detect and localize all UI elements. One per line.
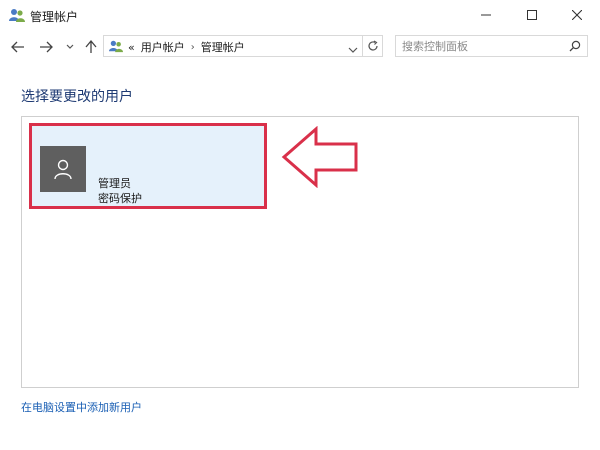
- close-icon: [572, 10, 582, 20]
- up-arrow-icon: [85, 40, 97, 53]
- minimize-icon: [481, 14, 491, 16]
- user-avatar-icon: [54, 159, 72, 180]
- breadcrumb-manage-accounts[interactable]: 管理帐户: [201, 39, 245, 55]
- recent-dropdown-icon: [66, 44, 74, 49]
- user-status: 密码保护: [98, 192, 142, 205]
- refresh-button[interactable]: [363, 35, 383, 57]
- page-heading: 选择要更改的用户: [21, 89, 133, 105]
- chevron-down-icon: [348, 47, 358, 53]
- address-dropdown-button[interactable]: [348, 40, 358, 59]
- maximize-button[interactable]: [509, 0, 555, 30]
- back-button[interactable]: [10, 39, 26, 55]
- search-box[interactable]: [395, 35, 588, 57]
- breadcrumb: « 用户帐户 › 管理帐户: [128, 39, 245, 55]
- breadcrumb-separator-icon: ›: [190, 41, 195, 53]
- window-title: 管理帐户: [30, 10, 79, 24]
- search-icon: [569, 40, 581, 52]
- address-bar[interactable]: « 用户帐户 › 管理帐户: [103, 35, 363, 57]
- refresh-icon: [367, 40, 378, 51]
- user-name: 管理员: [98, 177, 131, 190]
- forward-button[interactable]: [38, 39, 54, 55]
- back-arrow-icon: [11, 41, 24, 53]
- maximize-icon: [527, 10, 537, 20]
- breadcrumb-overflow[interactable]: «: [128, 41, 135, 54]
- search-input[interactable]: [402, 39, 562, 53]
- add-new-user-link[interactable]: 在电脑设置中添加新用户: [21, 399, 142, 415]
- user-tile-administrator[interactable]: 管理员 密码保护: [29, 123, 267, 209]
- users-icon: [9, 9, 25, 22]
- forward-arrow-icon: [40, 41, 53, 53]
- avatar: [40, 146, 86, 192]
- recent-locations-button[interactable]: [64, 39, 76, 55]
- pointer-arrow-icon: [281, 126, 358, 188]
- users-icon: [109, 40, 123, 53]
- minimize-button[interactable]: [463, 0, 509, 30]
- title-bar: 管理帐户: [0, 0, 600, 30]
- close-button[interactable]: [554, 0, 600, 30]
- up-button[interactable]: [84, 39, 98, 55]
- breadcrumb-user-accounts[interactable]: 用户帐户: [141, 39, 185, 55]
